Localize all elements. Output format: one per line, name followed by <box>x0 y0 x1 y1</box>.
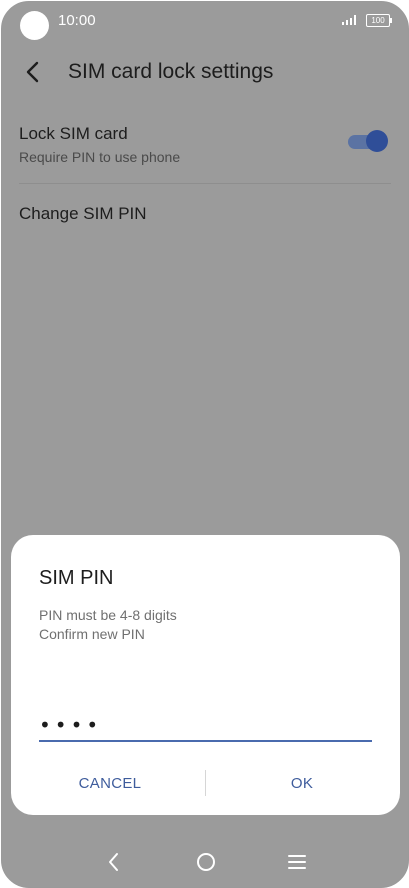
dialog-title: SIM PIN <box>39 567 114 589</box>
button-separator <box>205 770 206 796</box>
dialog-message-pin-length: PIN must be 4-8 digits <box>39 607 177 623</box>
battery-icon: 100 <box>366 14 392 27</box>
navigation-bar <box>2 838 408 886</box>
home-icon[interactable] <box>194 850 218 874</box>
lock-sim-card-label: Lock SIM card <box>19 124 128 143</box>
back-icon[interactable] <box>102 850 126 874</box>
cancel-button[interactable]: CANCEL <box>15 765 205 801</box>
dialog-message-confirm: Confirm new PIN <box>39 626 145 642</box>
phone-frame: 10:00 100 SIM card lock settings Lock SI… <box>1 1 409 888</box>
status-bar: 10:00 100 <box>2 2 408 40</box>
lock-sim-card-row[interactable]: Lock SIM card Require PIN to use phone <box>2 118 408 182</box>
signal-icon <box>342 15 356 25</box>
lock-sim-card-subtitle: Require PIN to use phone <box>19 149 181 165</box>
sim-pin-dialog: SIM PIN PIN must be 4-8 digits Confirm n… <box>11 535 400 815</box>
lock-sim-card-toggle[interactable] <box>348 130 390 154</box>
change-sim-pin-item[interactable]: Change SIM PIN <box>19 204 147 224</box>
camera-cutout <box>20 11 49 40</box>
page-title: SIM card lock settings <box>68 60 274 83</box>
chevron-left-icon[interactable] <box>20 58 48 86</box>
divider <box>19 183 391 184</box>
app-bar: SIM card lock settings <box>2 50 408 94</box>
status-time: 10:00 <box>58 12 96 29</box>
toggle-thumb <box>366 130 388 152</box>
recents-icon[interactable] <box>285 850 309 874</box>
ok-button[interactable]: OK <box>207 765 397 801</box>
pin-input[interactable] <box>39 710 372 742</box>
battery-level: 100 <box>371 16 385 25</box>
